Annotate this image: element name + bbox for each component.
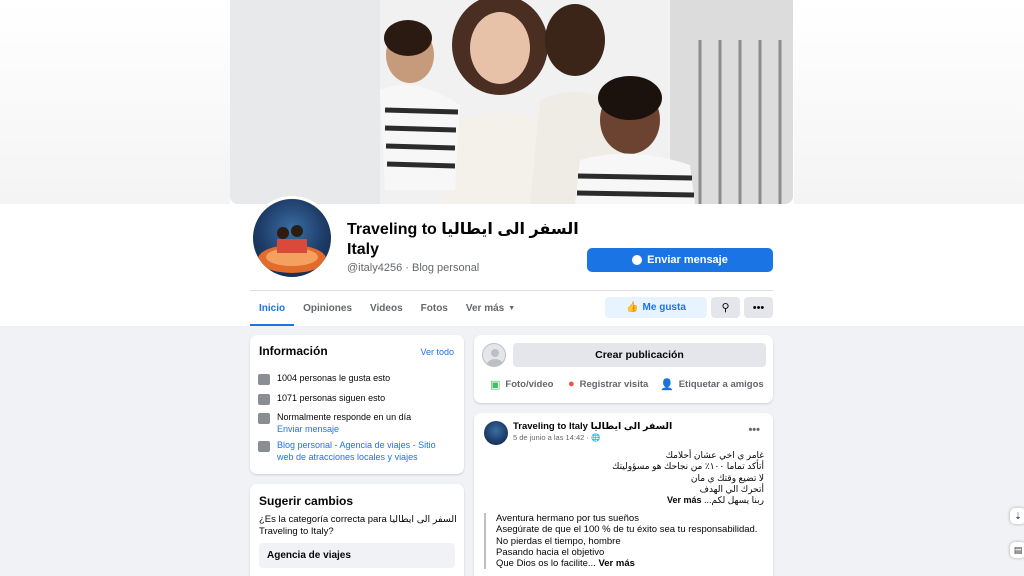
photo-label: Foto/video [505, 379, 554, 390]
profile-tabs: Inicio Opiniones Videos Fotos Ver más ▼ [250, 291, 524, 326]
post-arabic-last: ربنا يسهل لكم... [703, 495, 764, 505]
tag-friends-icon: 👤 [660, 379, 674, 391]
info-likes: 1004 personas le gusta esto [258, 373, 390, 385]
caret-down-icon: ▼ [508, 305, 516, 312]
tab-ver-mas-label: Ver más [465, 303, 505, 314]
tab-ver-mas[interactable]: Ver más ▼ [457, 291, 524, 326]
suggest-option[interactable]: Agencia de viajes [259, 543, 455, 568]
page-avatar[interactable] [250, 196, 334, 280]
page-title: Traveling to السفر الى ايطاليا Italy [347, 221, 579, 258]
see-all-link[interactable]: Ver todo [420, 347, 454, 357]
translation-line: Asegúrate de que el 100 % de tu éxito se… [496, 524, 758, 536]
thumbs-up-icon: 👍 [626, 302, 639, 313]
more-button[interactable]: ••• [744, 297, 773, 318]
page-category[interactable]: Blog personal [412, 262, 479, 274]
globe-icon: 🌐 [590, 433, 601, 442]
post-time-text: 5 de junio a las 14:42 · [513, 433, 591, 442]
tab-videos[interactable]: Videos [361, 291, 412, 326]
handle-text: @italy4256 [347, 262, 403, 274]
follow-icon [258, 394, 270, 405]
response-block: Normalmente responde en un día Enviar men… [277, 412, 411, 435]
side-panel-icon[interactable]: ▤ [1010, 542, 1024, 558]
search-icon: ⚲ [721, 302, 730, 314]
checkin-label: Registrar visita [579, 378, 649, 390]
post-arabic-line: أتأكد تماما ١٠٠٪ من نجاحك هو مسؤوليتك [611, 461, 764, 471]
suggest-question: ¿Es la categoría correcta para السفر الى… [259, 514, 457, 537]
post-author[interactable]: Traveling to Italy السفر الى ايطاليا [513, 421, 672, 432]
page-handle: @italy4256 · Blog personal [347, 262, 480, 274]
message-icon [258, 413, 270, 424]
tag-icon [258, 441, 270, 452]
post-translation: Aventura hermano por tus sueños Asegúrat… [484, 513, 771, 570]
post-options-icon[interactable]: ••• [748, 424, 760, 436]
response-text: Normalmente responde en un día [277, 412, 412, 422]
user-avatar [482, 343, 506, 367]
tab-inicio[interactable]: Inicio [250, 291, 295, 326]
send-message-link[interactable]: Enviar mensaje [277, 424, 339, 434]
search-button[interactable]: ⚲ [711, 297, 740, 318]
thumbs-up-icon [258, 374, 270, 385]
info-title: Información [259, 344, 328, 358]
translation-last: Que Dios os lo facilite... [496, 558, 596, 570]
composer-card: Crear publicación ▣ Foto/video ● Registrar… [474, 335, 773, 403]
followers-text: 1071 personas siguen esto [277, 393, 386, 403]
see-more-button[interactable]: Ver más [667, 495, 702, 505]
translation-line: Que Dios os lo facilite... Ver más [496, 558, 771, 569]
info-followers: 1071 personas siguen esto [258, 393, 385, 405]
post-arabic-line: لا تضيع وقتك ي مان [690, 473, 764, 483]
post-arabic-line: أتحرك الي الهدف [699, 484, 764, 494]
translation-line: No pierdas el tiempo, hombre [496, 535, 621, 547]
translation-line: Pasando hacia el objetivo [496, 546, 605, 558]
extension-icon[interactable]: ⇣ [1010, 508, 1024, 524]
post-arabic-line: غامر ي اخي عشان أحلامك [665, 450, 764, 460]
info-card: Información Ver todo 1004 personas le gu… [250, 335, 464, 474]
checkin-button[interactable]: ● Registrar visita [568, 378, 648, 390]
suggest-card: Sugerir cambios ¿Es la categoría correct… [250, 484, 464, 576]
tab-fotos[interactable]: Fotos [412, 291, 457, 326]
translation-line: Aventura hermano por tus sueños [496, 513, 639, 524]
likes-text: 1004 personas le gusta esto [277, 373, 391, 383]
post-card: Traveling to Italy السفر الى ايطاليا 5 d… [474, 413, 773, 576]
cover-side-left [0, 0, 230, 204]
post-timestamp[interactable]: 5 de junio a las 14:42 · 🌐 [513, 433, 600, 442]
tag-label: Etiquetar a amigos [678, 379, 764, 390]
see-more-translation-button[interactable]: Ver más [598, 558, 634, 569]
post-arabic-line: ربنا يسهل لكم... Ver más [504, 495, 764, 506]
create-post-button[interactable]: Crear publicación [513, 343, 766, 367]
cover-family-illustration [230, 0, 793, 204]
send-message-label: Enviar mensaje [647, 254, 728, 266]
location-pin-icon: ● [568, 378, 575, 390]
like-button[interactable]: 👍 Me gusta [605, 297, 707, 318]
cover-side-right [794, 0, 1024, 204]
tab-opiniones[interactable]: Opiniones [294, 291, 361, 326]
info-categories: Blog personal - Agencia de viajes - Siti… [258, 440, 453, 463]
info-response: Normalmente responde en un día Enviar men… [258, 412, 411, 435]
photo-icon: ▣ [490, 379, 501, 391]
suggest-title: Sugerir cambios [259, 494, 354, 508]
post-author-avatar[interactable] [484, 421, 508, 445]
like-label: Me gusta [642, 302, 686, 313]
cover-photo[interactable] [230, 0, 793, 204]
tag-friends-button[interactable]: 👤 Etiquetar a amigos [660, 378, 764, 391]
photo-video-button[interactable]: ▣ Foto/video [490, 378, 553, 391]
ellipsis-icon: ••• [752, 301, 765, 314]
avatar-image [258, 225, 326, 273]
send-message-button[interactable]: Enviar mensaje [587, 248, 773, 272]
categories-link[interactable]: Blog personal - Agencia de viajes - Siti… [277, 440, 453, 463]
messenger-icon [632, 255, 643, 265]
